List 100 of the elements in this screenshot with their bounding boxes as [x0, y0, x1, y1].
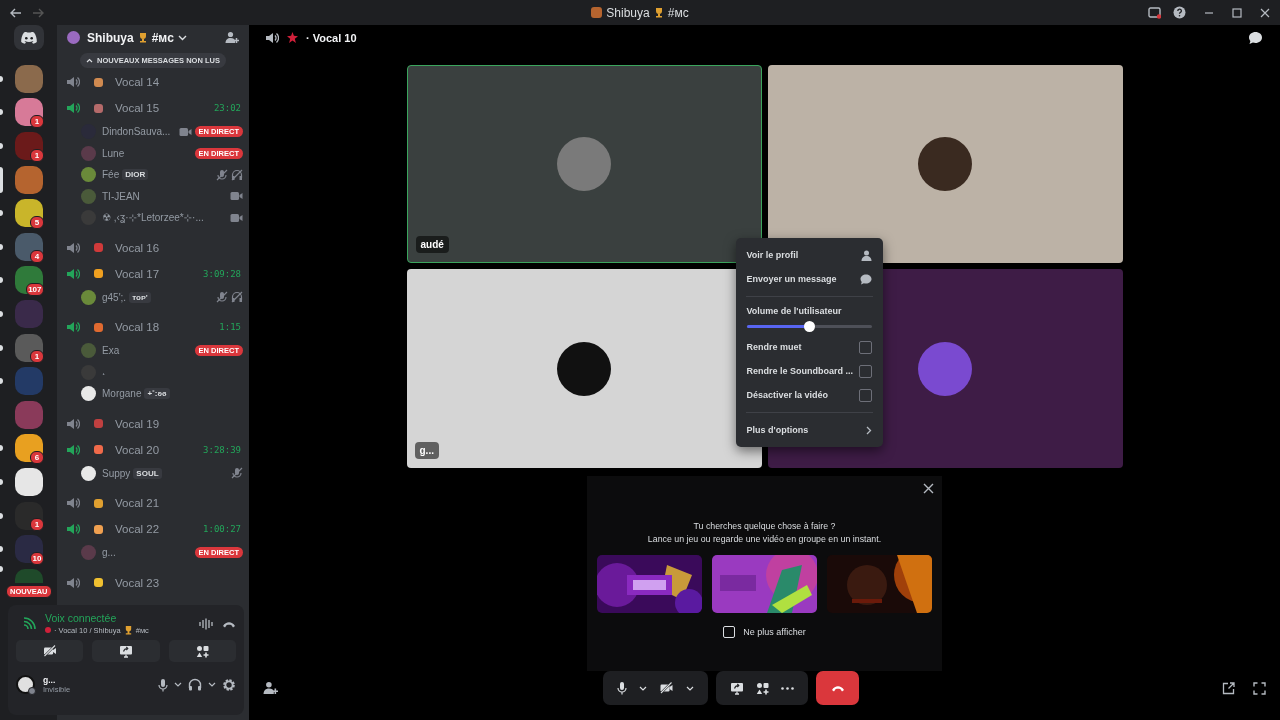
- fullscreen-icon[interactable]: [1253, 681, 1266, 695]
- chevron-down-icon: [177, 34, 187, 41]
- speaker-icon: [66, 321, 80, 333]
- server-header[interactable]: Shibuya #ᴍᴄ: [57, 25, 249, 50]
- settings-icon[interactable]: [222, 677, 236, 692]
- disconnect-button[interactable]: [816, 671, 859, 705]
- server-icon[interactable]: [14, 535, 43, 564]
- channel-title: · Vocal 10: [306, 31, 357, 44]
- channel-name: Vocal 14: [115, 76, 161, 88]
- speaker-icon: [66, 76, 80, 88]
- user-avatar: [81, 188, 96, 204]
- user-avatar[interactable]: [16, 675, 35, 694]
- controller-logo-icon: [19, 31, 38, 44]
- camera-off-button[interactable]: [16, 640, 84, 662]
- back-icon[interactable]: [10, 7, 22, 18]
- voice-channel[interactable]: Vocal 21: [57, 490, 249, 516]
- person-icon: [860, 249, 872, 261]
- screen-share-button[interactable]: [92, 640, 160, 662]
- voice-user[interactable]: Suppy SOUL: [57, 462, 249, 484]
- voice-user[interactable]: ˖: [57, 361, 249, 383]
- server-icon[interactable]: [14, 434, 43, 463]
- voice-channel[interactable]: Vocal 23: [57, 569, 249, 596]
- server-mini-icon: [591, 7, 603, 18]
- voice-user[interactable]: TI-JEAN: [57, 185, 249, 207]
- voice-channel[interactable]: Vocal 14: [57, 69, 249, 95]
- user-name: Exa: [102, 345, 120, 357]
- add-user-icon[interactable]: [263, 681, 278, 695]
- channel-name: Vocal 23: [115, 576, 161, 589]
- user-name: Suppy: [102, 467, 131, 479]
- chat-icon[interactable]: [1248, 30, 1263, 45]
- more-icon[interactable]: [781, 686, 794, 690]
- user-avatar: [81, 167, 96, 183]
- activities-button[interactable]: [168, 640, 236, 662]
- voice-user[interactable]: g45';. ᴛᴏᴘ': [57, 286, 249, 308]
- shapes-icon: [195, 644, 209, 658]
- server-avatar: [67, 31, 80, 44]
- help-icon[interactable]: [1173, 6, 1186, 19]
- voice-user[interactable]: ☢ ,‹ʓ·⊹*Letorzee*⊹·...: [57, 207, 249, 229]
- screen-share-icon[interactable]: [730, 681, 744, 695]
- user-name: g45';.: [102, 291, 127, 303]
- checkbox[interactable]: [858, 364, 872, 378]
- server-icon[interactable]: [14, 467, 43, 496]
- user-tag: ᴛᴏᴘ': [129, 291, 151, 303]
- user-tag: SOUL: [133, 467, 162, 479]
- home-button[interactable]: [13, 25, 44, 50]
- microphone-icon[interactable]: [158, 677, 168, 692]
- voice-channel[interactable]: Vocal 18 1:15: [57, 314, 249, 340]
- add-user-icon[interactable]: [225, 31, 239, 44]
- checkbox-label: Ne plus afficher: [743, 627, 806, 637]
- user-name: DindonSauva...: [102, 126, 171, 138]
- voice-channel[interactable]: Vocal 19: [57, 410, 249, 437]
- camera-off-icon[interactable]: [659, 682, 674, 694]
- speech-bubble-icon: [859, 273, 872, 285]
- user-avatar: [81, 545, 96, 561]
- window-title-tag: #ᴍᴄ: [667, 5, 689, 20]
- star-icon: [287, 32, 298, 43]
- voice-user[interactable]: Fée DIOR: [57, 164, 249, 186]
- speaker-icon: [66, 576, 80, 589]
- voice-channel[interactable]: Vocal 17 3:09:28: [57, 260, 249, 287]
- maximize-icon[interactable]: [1232, 7, 1242, 18]
- server-name: Shibuya: [87, 30, 134, 45]
- voice-user[interactable]: Morgane +˚:ʚɞ: [57, 383, 249, 405]
- call-timer: 3:28:39: [203, 444, 241, 455]
- headphones-icon[interactable]: [188, 678, 202, 691]
- caret-icon[interactable]: [208, 682, 216, 687]
- trophy-icon: [123, 625, 133, 635]
- voice-channel[interactable]: Vocal 22 1:00:27: [57, 516, 249, 542]
- screen-share-icon: [119, 644, 133, 658]
- caret-icon[interactable]: [174, 682, 182, 687]
- speaker-icon: [66, 102, 80, 114]
- hang-up-icon[interactable]: [222, 619, 236, 628]
- noise-suppression-icon[interactable]: [199, 617, 213, 630]
- voice-channel[interactable]: Vocal 20 3:28:39: [57, 436, 249, 463]
- speaker-icon: [66, 267, 80, 280]
- slider-thumb[interactable]: [804, 321, 815, 332]
- call-timer: 1:15: [219, 322, 241, 332]
- close-icon[interactable]: [1260, 7, 1270, 18]
- call-timer: 3:09:28: [203, 268, 241, 279]
- voice-channel[interactable]: Vocal 15 23:02: [57, 95, 249, 121]
- shapes-icon[interactable]: [756, 681, 769, 695]
- caret-icon[interactable]: [686, 685, 694, 691]
- microphone-icon[interactable]: [617, 681, 627, 695]
- checkbox[interactable]: [858, 340, 872, 354]
- inbox-icon[interactable]: [1148, 6, 1161, 19]
- server-icon[interactable]: [14, 199, 43, 228]
- caret-icon[interactable]: [639, 685, 647, 691]
- voice-channel[interactable]: Vocal 16: [57, 234, 249, 261]
- user-avatar: [81, 343, 96, 359]
- invisible-status-icon: [28, 687, 36, 695]
- user-tag: DIOR: [122, 169, 149, 181]
- checkbox[interactable]: [858, 388, 872, 402]
- channel-name: Vocal 17: [115, 267, 161, 280]
- close-icon[interactable]: [923, 483, 934, 494]
- user-name: ˖: [102, 366, 106, 378]
- video-tile[interactable]: [767, 65, 1123, 263]
- speaker-icon: [265, 31, 279, 44]
- trophy-icon: [653, 7, 664, 18]
- pop-out-icon[interactable]: [1222, 681, 1235, 695]
- user-avatar: [81, 465, 96, 481]
- voice-status: Voix connectée: [45, 612, 118, 624]
